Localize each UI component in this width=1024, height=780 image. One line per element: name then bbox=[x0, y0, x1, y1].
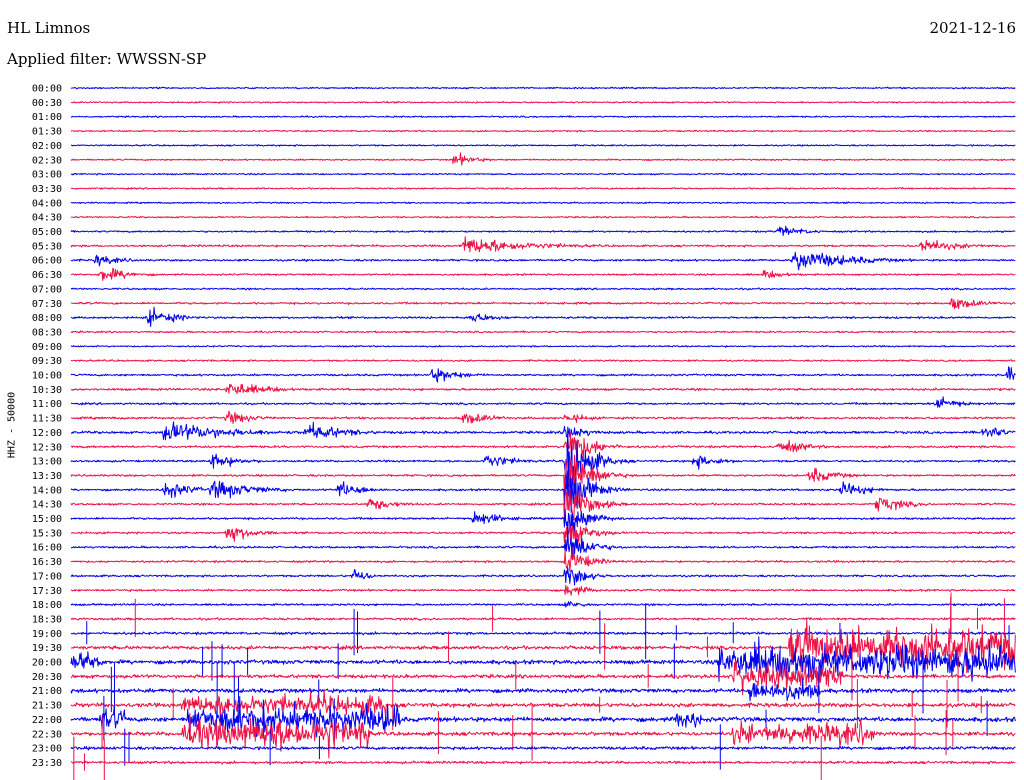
trace-row-0530 bbox=[70, 236, 1016, 253]
tick-label-0300: 03:00 bbox=[32, 170, 62, 181]
trace-row-0100 bbox=[70, 115, 1016, 119]
tick-label-1330: 13:30 bbox=[32, 471, 62, 482]
tick-label-1700: 17:00 bbox=[32, 571, 62, 582]
tick-label-0230: 02:30 bbox=[32, 155, 62, 166]
tick-label-1100: 11:00 bbox=[32, 399, 62, 410]
trace-row-0200 bbox=[70, 143, 1016, 147]
trace-row-0030 bbox=[70, 100, 1016, 104]
trace-row-1830 bbox=[70, 592, 1016, 643]
trace-row-0830 bbox=[70, 330, 1016, 334]
tick-label-1830: 18:30 bbox=[32, 614, 62, 625]
tick-label-2230: 22:30 bbox=[32, 729, 62, 740]
helicorder-plot: 00:00 00:30 01:00 01:30 02:00 02:30 03:00 03:30… bbox=[32, 84, 1016, 780]
tick-label-2330: 23:30 bbox=[32, 758, 62, 769]
tick-label-0000: 00:00 bbox=[32, 84, 62, 95]
trace-row-1730 bbox=[70, 584, 1016, 596]
trace-row-0600 bbox=[70, 251, 1016, 271]
tick-label-1600: 16:00 bbox=[32, 543, 62, 554]
trace-row-2030 bbox=[70, 648, 1016, 702]
tick-label-0530: 05:30 bbox=[32, 241, 62, 252]
tick-label-0800: 08:00 bbox=[32, 313, 62, 324]
trace-row-0800 bbox=[70, 306, 1016, 328]
tick-label-1300: 13:00 bbox=[32, 457, 62, 468]
trace-row-1900 bbox=[70, 604, 1016, 660]
tick-label-1430: 14:30 bbox=[32, 500, 62, 511]
trace-row-1200 bbox=[70, 421, 1016, 441]
trace-row-0630 bbox=[70, 267, 1016, 281]
tick-label-0130: 01:30 bbox=[32, 127, 62, 138]
trace-row-0930 bbox=[70, 359, 1016, 363]
tick-label-2100: 21:00 bbox=[32, 686, 62, 697]
trace-row-2130 bbox=[70, 677, 1016, 731]
tick-label-1000: 10:00 bbox=[32, 371, 62, 382]
tick-label-1530: 15:30 bbox=[32, 528, 62, 539]
tick-label-2300: 23:00 bbox=[32, 744, 62, 755]
tick-label-1800: 18:00 bbox=[32, 600, 62, 611]
trace-row-0500 bbox=[70, 225, 1016, 237]
tick-label-1400: 14:00 bbox=[32, 485, 62, 496]
trace-row-1030 bbox=[70, 383, 1016, 395]
trace-row-0000 bbox=[70, 86, 1016, 90]
trace-row-1500 bbox=[70, 508, 1016, 536]
tick-label-1200: 12:00 bbox=[32, 428, 62, 439]
tick-label-0200: 02:00 bbox=[32, 141, 62, 152]
trace-row-2330 bbox=[70, 735, 1016, 780]
tick-label-0830: 08:30 bbox=[32, 327, 62, 338]
tick-label-2200: 22:00 bbox=[32, 715, 62, 726]
tick-label-2000: 20:00 bbox=[32, 658, 62, 669]
trace-row-0900 bbox=[70, 344, 1016, 348]
trace-row-0300 bbox=[70, 172, 1016, 176]
trace-row-1100 bbox=[70, 396, 1016, 408]
tick-label-0730: 07:30 bbox=[32, 299, 62, 310]
tick-label-0900: 09:00 bbox=[32, 342, 62, 353]
trace-row-1000 bbox=[70, 366, 1016, 383]
tick-label-0430: 04:30 bbox=[32, 213, 62, 224]
trace-row-1800 bbox=[70, 601, 1016, 608]
trace-row-1630 bbox=[70, 546, 1016, 572]
trace-row-1130 bbox=[70, 410, 1016, 425]
tick-label-0930: 09:30 bbox=[32, 356, 62, 367]
tick-label-1900: 19:00 bbox=[32, 629, 62, 640]
tick-label-0030: 00:30 bbox=[32, 98, 62, 109]
tick-label-2130: 21:30 bbox=[32, 701, 62, 712]
trace-row-0700 bbox=[70, 287, 1016, 291]
trace-row-0430 bbox=[70, 215, 1016, 219]
trace-row-1430 bbox=[70, 488, 1016, 521]
tick-label-0400: 04:00 bbox=[32, 198, 62, 209]
tick-label-1500: 15:00 bbox=[32, 514, 62, 525]
tick-label-1030: 10:30 bbox=[32, 385, 62, 396]
trace-row-0230 bbox=[70, 152, 1016, 166]
tick-label-0630: 06:30 bbox=[32, 270, 62, 281]
trace-row-0130 bbox=[70, 129, 1016, 133]
trace-row-1300 bbox=[70, 426, 1016, 489]
trace-row-1700 bbox=[70, 567, 1016, 586]
trace-row-1530 bbox=[70, 524, 1016, 547]
trace-row-0400 bbox=[70, 201, 1016, 205]
tick-label-1130: 11:30 bbox=[32, 414, 62, 425]
tick-label-1630: 16:30 bbox=[32, 557, 62, 568]
tick-label-2030: 20:30 bbox=[32, 672, 62, 683]
tick-label-0330: 03:30 bbox=[32, 184, 62, 195]
tick-label-1730: 17:30 bbox=[32, 586, 62, 597]
trace-row-2230 bbox=[70, 703, 1016, 761]
trace-row-0330 bbox=[70, 186, 1016, 190]
trace-row-1400 bbox=[70, 471, 1016, 514]
tick-label-1930: 19:30 bbox=[32, 643, 62, 654]
tick-label-0700: 07:00 bbox=[32, 284, 62, 295]
tick-label-0100: 01:00 bbox=[32, 112, 62, 123]
tick-label-0600: 06:00 bbox=[32, 256, 62, 267]
tick-label-0500: 05:00 bbox=[32, 227, 62, 238]
trace-row-0730 bbox=[70, 298, 1016, 310]
tick-label-1230: 12:30 bbox=[32, 442, 62, 453]
